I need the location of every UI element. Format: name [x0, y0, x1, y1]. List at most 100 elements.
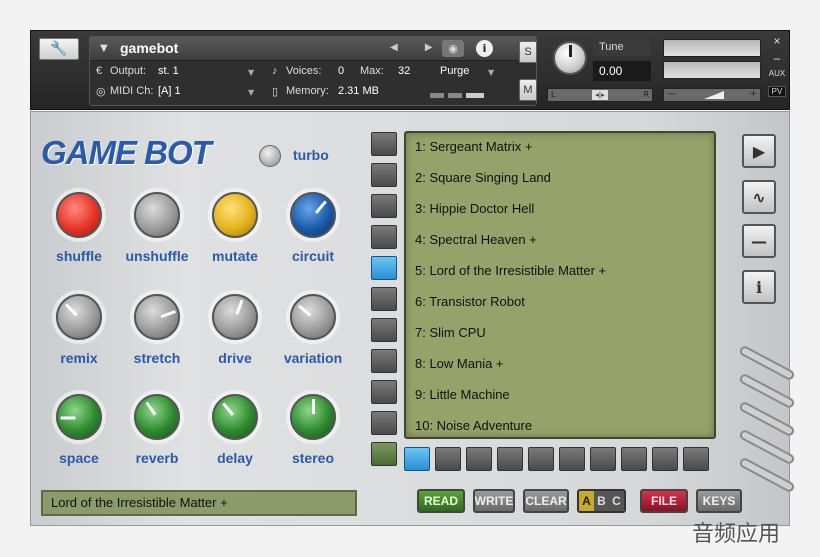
- camera-icon[interactable]: ◉: [442, 40, 464, 57]
- close-icon[interactable]: ×: [768, 34, 786, 48]
- stretch-knob[interactable]: [134, 294, 180, 340]
- bank-button-8[interactable]: [621, 447, 647, 471]
- tune-knob[interactable]: [553, 41, 587, 75]
- info-button[interactable]: i: [742, 270, 776, 304]
- preset-slot-10[interactable]: [371, 411, 397, 435]
- drive-knob[interactable]: [212, 294, 258, 340]
- shuffle-button[interactable]: [56, 192, 102, 238]
- memory-icon: ▯: [272, 86, 279, 98]
- preset-slot-4[interactable]: [371, 225, 397, 249]
- instrument-header: 🔧 ▼ gamebot ◀ ▶ ◉ i € Output: st. 1 ▼ ◎ …: [30, 30, 790, 110]
- preset-item-8[interactable]: 8: Low Mania +: [406, 350, 714, 381]
- tune-value[interactable]: 0.00: [593, 61, 651, 81]
- wrench-button[interactable]: 🔧: [39, 38, 79, 60]
- remix-control: remix: [39, 294, 119, 366]
- unshuffle-button[interactable]: [134, 192, 180, 238]
- preset-slot-7[interactable]: [371, 318, 397, 342]
- preset-slot-9[interactable]: [371, 380, 397, 404]
- max-label: Max:: [360, 65, 384, 77]
- preset-item-5[interactable]: 5: Lord of the Irresistible Matter +: [406, 257, 714, 288]
- midi-dropdown-icon[interactable]: ▼: [248, 88, 254, 97]
- minimize-icon[interactable]: –: [768, 51, 786, 65]
- unshuffle-label: unshuffle: [125, 248, 189, 264]
- bank-button-2[interactable]: [435, 447, 461, 471]
- level-meter-left: [663, 39, 761, 57]
- preset-item-3[interactable]: 3: Hippie Doctor Hell: [406, 195, 714, 226]
- purge-button[interactable]: Purge: [440, 65, 469, 77]
- midi-label: MIDI Ch:: [110, 85, 154, 97]
- drive-label: drive: [218, 350, 252, 366]
- preset-item-9[interactable]: 9: Little Machine: [406, 381, 714, 412]
- remix-knob[interactable]: [56, 294, 102, 340]
- solo-button[interactable]: S: [519, 41, 537, 63]
- output-value[interactable]: st. 1: [158, 65, 179, 77]
- pv-button[interactable]: PV: [768, 86, 786, 97]
- preset-item-7[interactable]: 7: Slim CPU: [406, 319, 714, 350]
- mutate-button[interactable]: [212, 192, 258, 238]
- info-icon[interactable]: i: [476, 40, 493, 57]
- turbo-button[interactable]: [259, 145, 281, 167]
- bank-button-7[interactable]: [590, 447, 616, 471]
- preset-item-6[interactable]: 6: Transistor Robot: [406, 288, 714, 319]
- midi-value[interactable]: [A] 1: [158, 85, 181, 97]
- preset-item-2[interactable]: 2: Square Singing Land: [406, 164, 714, 195]
- abc-button-c[interactable]: C: [609, 491, 624, 511]
- play-button[interactable]: ▶: [742, 134, 776, 168]
- preset-slot-5[interactable]: [371, 256, 397, 280]
- bank-button-1[interactable]: [404, 447, 430, 471]
- bank-button-4[interactable]: [497, 447, 523, 471]
- keys-button[interactable]: KEYS: [696, 489, 742, 513]
- reverb-knob[interactable]: [134, 394, 180, 440]
- mutate-control: mutate: [195, 192, 275, 264]
- bank-button-10[interactable]: [683, 447, 709, 471]
- shuffle-control: shuffle: [39, 192, 119, 264]
- preset-slot-8[interactable]: [371, 349, 397, 373]
- output-dropdown-icon[interactable]: ▼: [248, 68, 254, 77]
- max-value[interactable]: 32: [398, 65, 410, 77]
- preset-slot-3[interactable]: [371, 194, 397, 218]
- game-bot-logo: GAME BOT: [41, 134, 212, 171]
- space-knob[interactable]: [56, 394, 102, 440]
- instrument-name-row: ▼ gamebot ◀ ▶ ◉ i: [90, 37, 536, 61]
- midi-icon: ◎: [96, 86, 106, 98]
- circuit-knob[interactable]: [290, 192, 336, 238]
- drive-control: drive: [195, 294, 275, 366]
- abc-button-b[interactable]: B: [594, 491, 609, 511]
- waveform-icon: ∿: [752, 187, 766, 207]
- volume-slider[interactable]: — +: [663, 88, 761, 102]
- reverb-label: reverb: [135, 450, 179, 466]
- preset-item-10[interactable]: 10: Noise Adventure: [406, 412, 714, 443]
- aux-button[interactable]: AUX: [768, 69, 786, 78]
- abc-button-a[interactable]: A: [579, 491, 594, 511]
- preset-item-1[interactable]: 1: Sergeant Matrix +: [406, 133, 714, 164]
- preset-slot-6[interactable]: [371, 287, 397, 311]
- bank-button-5[interactable]: [528, 447, 554, 471]
- preset-item-4[interactable]: 4: Spectral Heaven +: [406, 226, 714, 257]
- mute-button[interactable]: M: [519, 79, 537, 101]
- read-button[interactable]: READ: [417, 489, 465, 513]
- write-button[interactable]: WRITE: [473, 489, 515, 513]
- file-button[interactable]: FILE: [640, 489, 688, 513]
- collapse-arrow-icon[interactable]: ▼: [100, 43, 108, 54]
- variation-knob[interactable]: [290, 294, 336, 340]
- bank-button-3[interactable]: [466, 447, 492, 471]
- instrument-nav-arrows[interactable]: ◀ ▶: [390, 42, 445, 53]
- stereo-knob[interactable]: [290, 394, 336, 440]
- minus-button[interactable]: —: [742, 224, 776, 258]
- bank-button-6[interactable]: [559, 447, 585, 471]
- bank-button-9[interactable]: [652, 447, 678, 471]
- pan-thumb[interactable]: ◂|▸: [592, 90, 608, 100]
- clear-button[interactable]: CLEAR: [523, 489, 569, 513]
- circuit-label: circuit: [291, 248, 334, 264]
- wrench-icon: 🔧: [50, 41, 68, 57]
- purge-dropdown-icon[interactable]: ▼: [488, 68, 494, 77]
- space-label: space: [59, 450, 99, 466]
- waveform-button[interactable]: ∿: [742, 180, 776, 214]
- stretch-label: stretch: [133, 350, 181, 366]
- delay-knob[interactable]: [212, 394, 258, 440]
- preset-slot-extra[interactable]: [371, 442, 397, 466]
- pan-slider[interactable]: L ◂|▸ R: [547, 88, 653, 102]
- instrument-name[interactable]: gamebot: [120, 40, 178, 56]
- preset-slot-2[interactable]: [371, 163, 397, 187]
- preset-slot-1[interactable]: [371, 132, 397, 156]
